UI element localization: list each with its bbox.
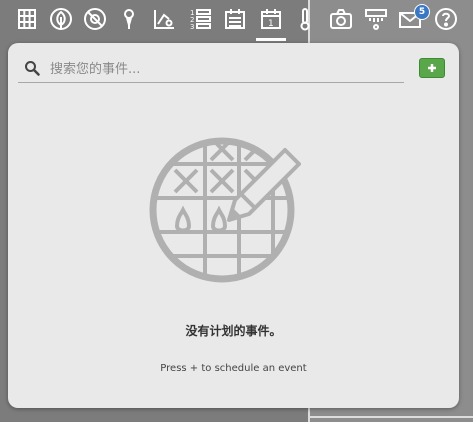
numbered-list-icon[interactable]: 1 2 3: [185, 4, 215, 34]
add-event-button[interactable]: [419, 58, 445, 78]
search-input[interactable]: [48, 58, 402, 80]
calendar-pencil-illustration-icon: [149, 137, 301, 283]
window-edge-bottom: [308, 416, 473, 418]
chart-icon[interactable]: [149, 4, 179, 34]
leaf-icon[interactable]: [46, 4, 76, 34]
mail-badge: 5: [414, 4, 430, 20]
calendar-list-icon[interactable]: [220, 4, 250, 34]
camera-icon[interactable]: [326, 4, 356, 34]
help-icon[interactable]: [431, 4, 461, 34]
pin-icon[interactable]: [114, 4, 144, 34]
thermometer-icon[interactable]: [290, 4, 320, 34]
svg-text:3: 3: [190, 23, 194, 31]
active-tab-indicator: [256, 38, 286, 41]
top-toolbar: 1 2 3 1 5: [0, 0, 473, 42]
empty-state-title: 没有计划的事件。: [185, 324, 282, 338]
plus-icon: [428, 64, 436, 72]
svg-text:1: 1: [268, 19, 274, 29]
sprinkler-icon[interactable]: [361, 4, 391, 34]
empty-state-hint: Press + to schedule an event: [160, 363, 307, 374]
search-bar: [18, 56, 404, 83]
calendar-icon[interactable]: 1: [256, 4, 286, 34]
search-icon: [25, 61, 40, 76]
no-symbol-icon[interactable]: [80, 4, 110, 34]
grid-icon[interactable]: [12, 4, 42, 34]
